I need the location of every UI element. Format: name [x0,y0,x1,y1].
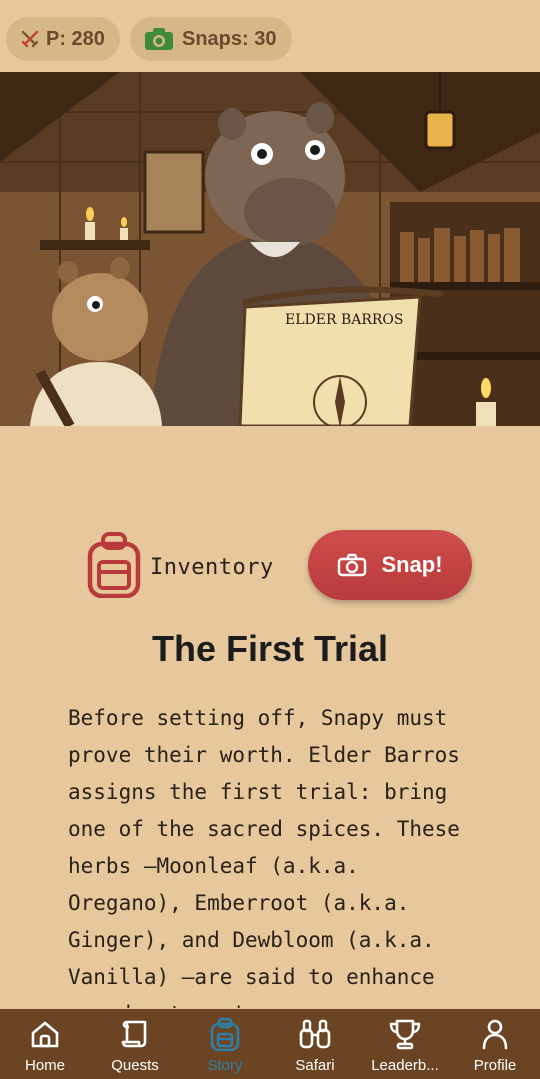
backpack-icon [209,1017,241,1051]
inventory-label: Inventory [150,554,274,580]
snaps-label: Snaps: 30 [182,27,277,50]
nav-item-quests[interactable]: Quests [90,1009,180,1079]
nav-item-story[interactable]: Story [180,1009,270,1079]
binoculars-icon [298,1017,332,1051]
bottom-nav: Home Quests Story Safari Leaderb... Prof… [0,1009,540,1079]
snap-button[interactable]: Snap! [308,530,472,600]
nav-label-safari: Safari [295,1057,335,1074]
status-bar: P: 280 Snaps: 30 [0,0,540,72]
nav-item-safari[interactable]: Safari [270,1009,360,1079]
trophy-icon [388,1017,422,1051]
nav-label-leaderboard: Leaderb... [371,1057,439,1074]
scroll-icon [119,1017,151,1051]
home-icon [29,1017,61,1051]
scroll-title: ELDER BARROS [285,312,404,328]
person-icon [479,1017,511,1051]
points-badge: P: 280 [6,17,120,61]
nav-item-profile[interactable]: Profile [450,1009,540,1079]
camera-icon [144,27,174,51]
backpack-icon [86,532,142,602]
inventory-button[interactable]: Inventory [86,532,274,602]
snaps-badge: Snaps: 30 [130,17,292,61]
nav-label-home: Home [24,1057,65,1074]
chapter-title: The First Trial [151,628,389,669]
nav-item-home[interactable]: Home [0,1009,90,1079]
camera-icon [337,553,367,577]
snap-label: Snap! [381,552,443,577]
nav-label-story: Story [207,1057,243,1074]
points-label: P: 280 [46,27,105,50]
story-illustration: ELDER BARROS [0,72,540,426]
nav-label-profile: Profile [473,1057,517,1074]
chapter-body: Before setting off, Snapy must prove the… [68,706,460,1008]
nav-label-quests: Quests [111,1057,159,1074]
nav-item-leaderboard[interactable]: Leaderb... [360,1009,450,1079]
crossed-swords-icon [20,29,40,49]
